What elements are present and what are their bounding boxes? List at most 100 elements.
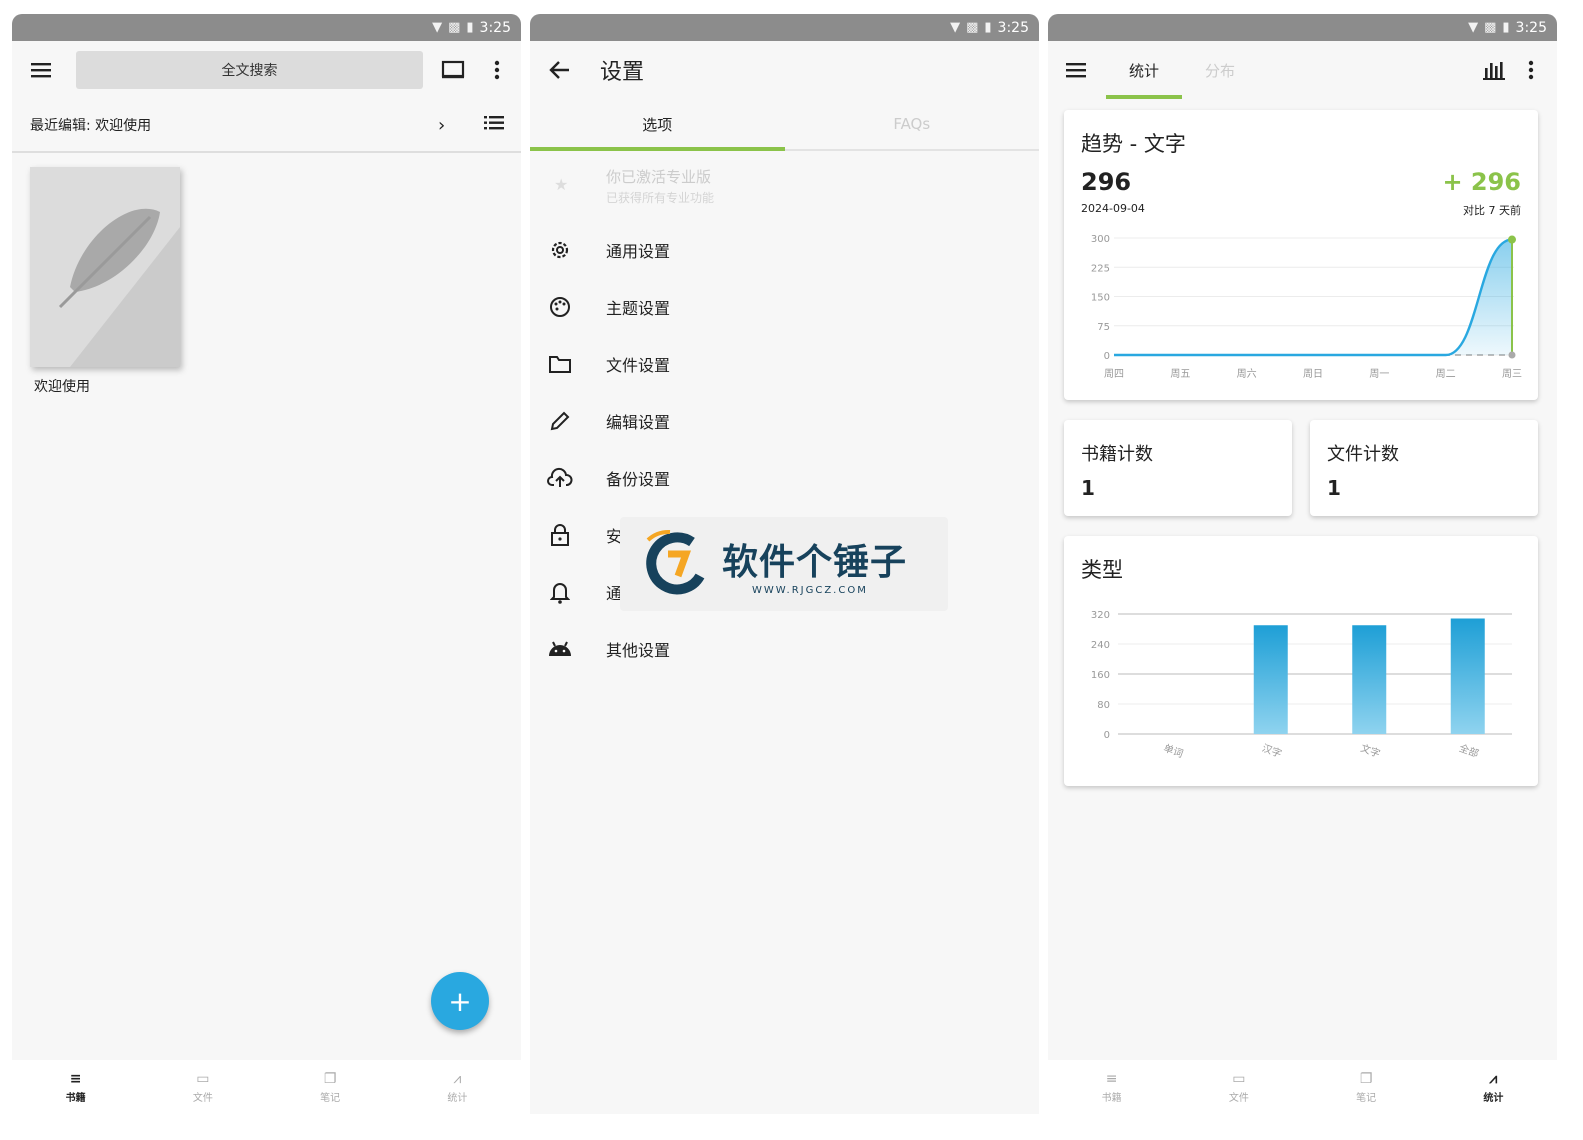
y-tick-label: 75 [1097,322,1110,333]
bar [1352,625,1387,734]
bar [1253,625,1288,734]
file-count-title: 文件计数 [1327,444,1399,465]
setting-files[interactable]: 文件设置 [530,335,1039,392]
cloud-upload-icon [546,464,574,492]
status-time: 3:25 [1515,19,1547,36]
book-cover[interactable] [30,167,180,367]
setting-theme[interactable]: 主题设置 [530,278,1039,335]
y-tick-label: 320 [1091,610,1110,621]
wifi-icon: ▼ [1468,20,1479,35]
star-icon: ★ [554,175,569,194]
setting-editor[interactable]: 编辑设置 [530,392,1039,449]
nav-item-stats[interactable]: ⩘ 统计 [1430,1060,1557,1114]
status-bar: ▼ ▩ ▮ 3:25 [1048,14,1557,41]
top-app-bar: 设置 [530,41,1039,99]
data-point [1508,235,1516,244]
trend-line-chart: 0 75 150 225 300 周四 周五 周六 周日 周一 周二 周三 [1091,234,1522,380]
status-time: 3:25 [997,19,1029,36]
settings-screen: ▼ ▩ ▮ 3:25 设置 选项 FAQs ★ 你已激活专业版 已获得所有专业功… [530,14,1039,1114]
pencil-icon [546,407,574,435]
nav-label: 统计 [447,1092,468,1104]
tab-stats[interactable]: 统计 [1106,41,1182,99]
pro-title: 你已激活专业版 [606,168,712,186]
add-book-button[interactable]: + [431,972,489,1030]
book-count-title: 书籍计数 [1081,444,1153,465]
nav-item-notes[interactable]: ❐ 笔记 [1303,1060,1430,1114]
x-tick-label: 周六 [1237,368,1257,380]
search-input[interactable]: 全文搜索 [76,51,423,89]
setting-backup[interactable]: 备份设置 [530,449,1039,506]
book-count-value: 1 [1081,476,1095,500]
watermark: 软件个锤子 WWW.RJGCZ.COM [620,517,948,611]
stats-tabs: 统计 分布 [1106,41,1258,99]
setting-general[interactable]: 通用设置 [530,221,1039,278]
chevron-right-icon[interactable]: › [438,115,445,136]
tab-options[interactable]: 选项 [530,99,785,151]
x-tick-label: 周五 [1170,368,1190,380]
notes-icon: ❐ [1359,1070,1373,1087]
nav-item-books[interactable]: ≡ 书籍 [12,1060,139,1114]
book-count-card: 书籍计数 1 [1064,420,1292,516]
y-tick-label: 0 [1104,351,1110,362]
setting-label: 主题设置 [606,298,671,318]
trend-line [1113,238,1513,357]
bottom-nav: ≡ 书籍 ▭ 文件 ❐ 笔记 ⩘ 统计 [1048,1060,1557,1114]
trend-title: 趋势 - 文字 [1081,132,1186,156]
recent-edit-row[interactable]: 最近编辑: 欢迎使用 › [12,99,521,153]
y-tick-label: 150 [1091,293,1110,304]
menu-icon[interactable] [20,48,64,92]
nav-label: 文件 [1228,1092,1249,1104]
tab-distribution[interactable]: 分布 [1182,41,1258,99]
nav-label: 书籍 [65,1092,86,1104]
top-app-bar: 全文搜索 [12,41,521,99]
trend-area [1114,239,1512,355]
back-arrow-icon[interactable] [538,48,582,92]
nav-item-notes[interactable]: ❐ 笔记 [267,1060,394,1114]
book-title[interactable]: 欢迎使用 [34,376,90,396]
status-bar: ▼ ▩ ▮ 3:25 [12,14,521,41]
type-bar-chart: 0 80 160 240 320 单词 汉字 文字 全部 [1091,610,1512,760]
y-tick-label: 80 [1097,700,1110,711]
y-tick-label: 225 [1091,263,1110,274]
watermark-logo-icon [646,529,705,595]
signal-icon: ▩ [1484,20,1497,35]
more-vert-icon[interactable] [1509,48,1553,92]
pro-subtitle: 已获得所有专业功能 [606,191,715,205]
trend-compare: 对比 7 天前 [1463,204,1521,217]
recent-edit-label: 最近编辑: 欢迎使用 [30,118,152,134]
bell-icon [546,578,574,606]
nav-label: 笔记 [1356,1092,1377,1104]
nav-label: 文件 [192,1092,213,1104]
settings-tabs: 选项 FAQs [530,99,1039,151]
nav-item-books[interactable]: ≡ 书籍 [1048,1060,1175,1114]
book-edit-icon: ≡ [1105,1070,1118,1087]
setting-label: 通用设置 [606,241,671,261]
status-time: 3:25 [479,19,511,36]
folder-icon: ▭ [1232,1070,1246,1087]
nav-item-files[interactable]: ▭ 文件 [1175,1060,1302,1114]
stats-screen: ▼ ▩ ▮ 3:25 统计 分布 趋势 - 文字 296 2024-09-04 … [1048,14,1557,1114]
list-view-icon[interactable] [484,116,504,134]
book-edit-icon: ≡ [69,1070,82,1087]
tab-faqs[interactable]: FAQs [785,99,1040,149]
more-vert-icon[interactable] [475,48,519,92]
status-bar: ▼ ▩ ▮ 3:25 [530,14,1039,41]
tablet-view-icon[interactable] [431,48,475,92]
x-tick-label: 周日 [1303,368,1323,380]
pro-status: ★ 你已激活专业版 已获得所有专业功能 [530,151,1039,221]
battery-icon: ▮ [466,20,474,35]
palette-icon [546,293,574,321]
folder-icon [546,350,574,378]
notes-icon: ❐ [323,1070,337,1087]
setting-label: 文件设置 [606,355,671,375]
page-title: 设置 [600,60,645,85]
menu-icon[interactable] [1055,48,1099,92]
setting-other[interactable]: 其他设置 [530,620,1039,677]
battery-icon: ▮ [984,20,992,35]
signal-icon: ▩ [966,20,979,35]
nav-label: 统计 [1483,1092,1504,1104]
trend-date: 2024-09-04 [1081,202,1145,215]
nav-item-files[interactable]: ▭ 文件 [139,1060,266,1114]
nav-item-stats[interactable]: ⩘ 统计 [394,1060,521,1114]
nav-label: 书籍 [1101,1092,1122,1104]
